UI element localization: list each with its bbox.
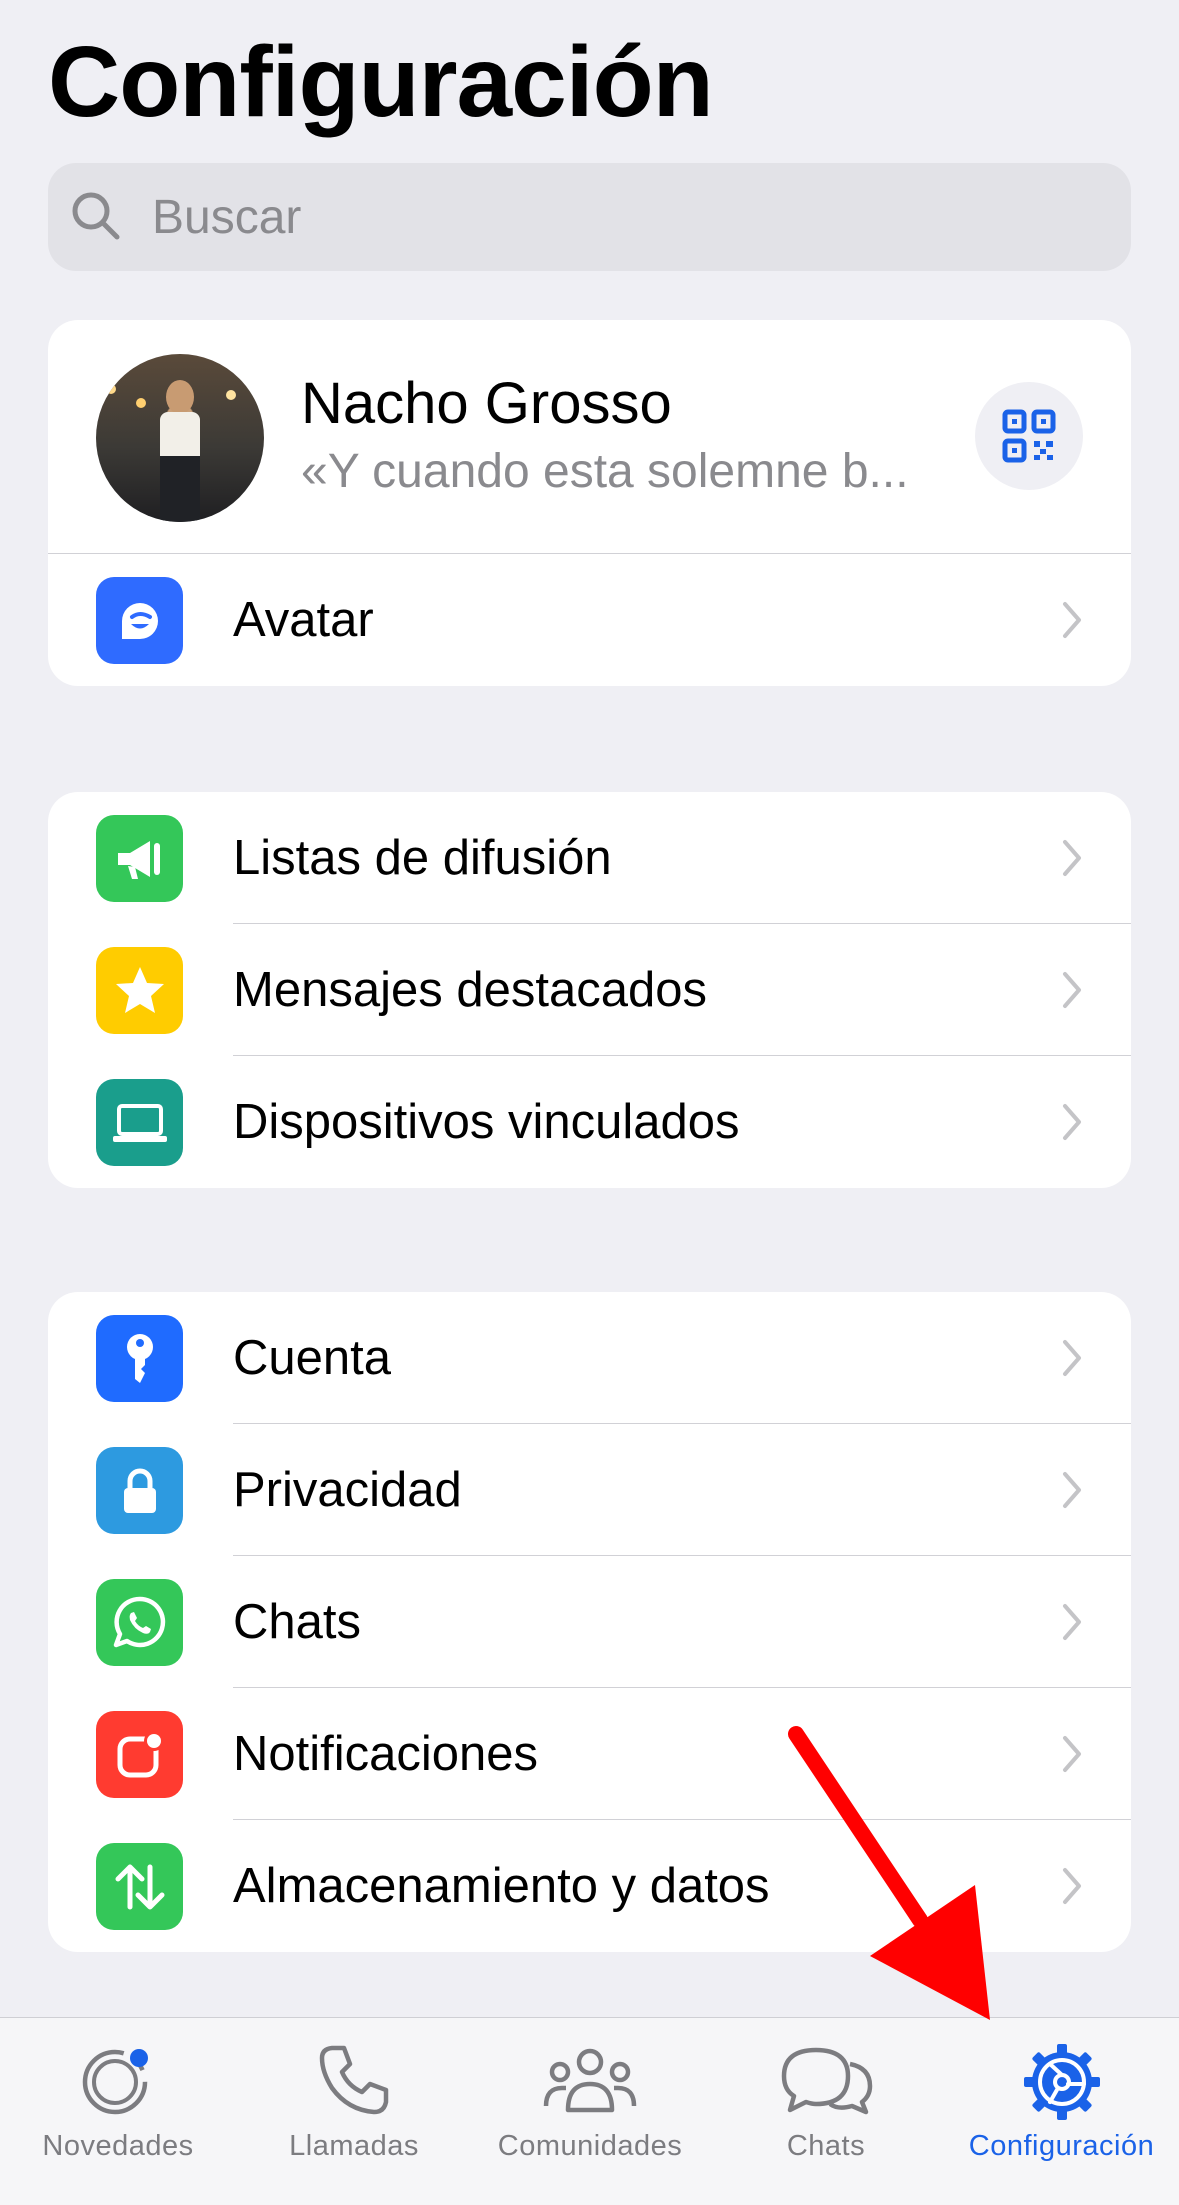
tab-label: Configuración: [968, 2130, 1155, 2162]
megaphone-icon: [96, 815, 183, 902]
lock-icon: [96, 1447, 183, 1534]
whatsapp-icon: [96, 1579, 183, 1666]
chevron-right-icon: [1063, 1736, 1081, 1772]
chevron-right-icon: [1063, 602, 1081, 638]
arrows-up-down-icon: [96, 1843, 183, 1930]
tab-label: Comunidades: [497, 2130, 683, 2162]
phone-icon: [319, 2045, 389, 2115]
star-icon: [96, 947, 183, 1034]
page-title: Configuración: [48, 26, 714, 138]
chat-bubbles-icon: [781, 2047, 873, 2115]
qr-code-icon: [1002, 409, 1056, 463]
settings-row-starred-messages[interactable]: Mensajes destacados: [48, 924, 1131, 1056]
laptop-icon: [96, 1079, 183, 1166]
tab-chats[interactable]: Chats: [708, 2018, 944, 2205]
settings-row-label: Notificaciones: [233, 1727, 539, 1781]
chevron-right-icon: [1063, 1472, 1081, 1508]
settings-row-label: Chats: [233, 1595, 362, 1649]
settings-row-label: Dispositivos vinculados: [233, 1095, 740, 1149]
profile-row[interactable]: Nacho Grosso «Y cuando esta solemne b...: [48, 320, 1131, 554]
search-input[interactable]: [142, 163, 1112, 271]
profile-card: Nacho Grosso «Y cuando esta solemne b...: [48, 320, 1131, 686]
search-bar[interactable]: [48, 163, 1131, 271]
profile-name: Nacho Grosso: [301, 371, 672, 436]
avatar-icon: [96, 577, 183, 664]
qr-code-button[interactable]: [975, 382, 1083, 490]
tab-communities[interactable]: Comunidades: [472, 2018, 708, 2205]
chevron-right-icon: [1063, 1868, 1081, 1904]
settings-row-label: Privacidad: [233, 1463, 462, 1517]
profile-status: «Y cuando esta solemne b...: [301, 445, 909, 498]
red-arrow-annotation: [788, 1726, 990, 2020]
settings-group-1: Listas de difusión Mensajes destacados D…: [48, 792, 1131, 1188]
updates-icon: [82, 2049, 148, 2115]
profile-photo[interactable]: [96, 354, 264, 522]
tab-updates[interactable]: Novedades: [0, 2018, 236, 2205]
chevron-right-icon: [1063, 1604, 1081, 1640]
tab-settings[interactable]: Configuración: [944, 2018, 1179, 2205]
communities-icon: [543, 2048, 637, 2113]
settings-row-broadcast-lists[interactable]: Listas de difusión: [48, 792, 1131, 924]
notification-icon: [96, 1711, 183, 1798]
settings-row-label: Almacenamiento y datos: [233, 1859, 770, 1913]
settings-row-label: Cuenta: [233, 1331, 392, 1385]
tab-label: Llamadas: [289, 2130, 419, 2162]
tab-bar: Novedades Llamadas Comunidades Chats Con…: [0, 2017, 1179, 2205]
settings-row-linked-devices[interactable]: Dispositivos vinculados: [48, 1056, 1131, 1188]
tab-label: Novedades: [42, 2130, 194, 2162]
chevron-right-icon: [1063, 1340, 1081, 1376]
chevron-right-icon: [1063, 972, 1081, 1008]
settings-row-label: Mensajes destacados: [233, 963, 707, 1017]
settings-row-privacy[interactable]: Privacidad: [48, 1424, 1131, 1556]
chevron-right-icon: [1063, 1104, 1081, 1140]
settings-row-label: Listas de difusión: [233, 831, 612, 885]
settings-row-avatar[interactable]: Avatar: [48, 554, 1131, 686]
tab-label: Chats: [786, 2130, 866, 2162]
settings-gear-icon: [1023, 2044, 1100, 2120]
search-icon: [72, 192, 120, 240]
key-icon: [96, 1315, 183, 1402]
settings-row-chats[interactable]: Chats: [48, 1556, 1131, 1688]
settings-row-account[interactable]: Cuenta: [48, 1292, 1131, 1424]
settings-row-label: Avatar: [233, 593, 374, 647]
chevron-right-icon: [1063, 840, 1081, 876]
tab-calls[interactable]: Llamadas: [236, 2018, 472, 2205]
